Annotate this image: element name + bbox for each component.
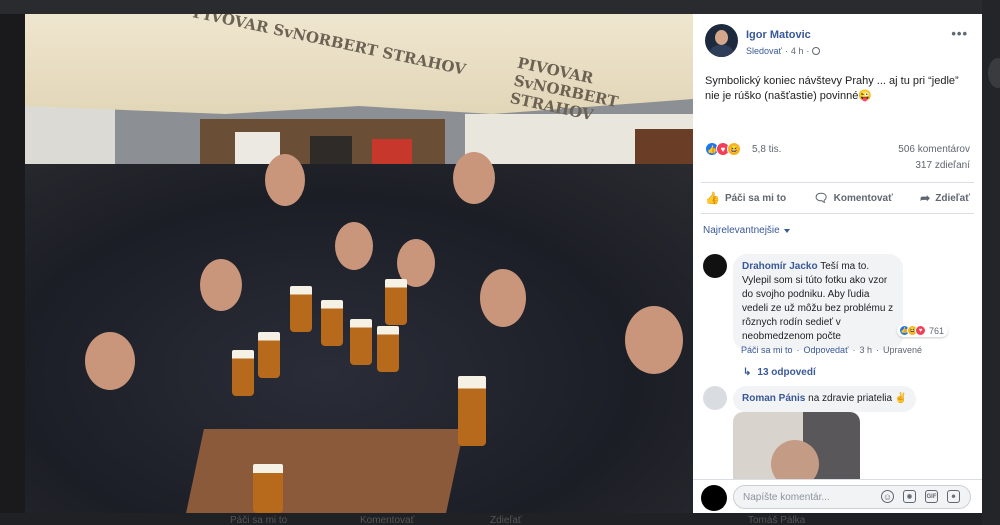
like-button[interactable]: 👍 Páči sa mi to [705,191,786,205]
background-share-label: Zdieľať [490,515,522,525]
camera-icon[interactable]: ◉ [903,490,916,503]
photo-beer [350,319,372,365]
composer-tools: ☺ ◉ GIF ☻ [881,490,960,503]
comment-text: na zdravie priatelia ✌️ [808,393,908,404]
commenter-name[interactable]: Drahomír Jacko [742,261,818,272]
photo-face [453,152,495,204]
comment-photo[interactable] [733,412,860,482]
view-replies-link[interactable]: ↳ 13 odpovedí [743,367,816,378]
speech-bubble-icon: 🗨 [813,191,829,205]
background-ghost-name: Tomáš Pálka [748,515,806,525]
background-top-strip [0,0,1000,14]
meta-separator: · [806,46,810,56]
photo-face [85,332,135,390]
comment-button[interactable]: 🗨 Komentovať [813,191,892,205]
haha-reaction-icon: 😆 [727,142,741,156]
photo-beer [290,286,312,332]
love-reaction-icon: ♥ [915,325,926,336]
sort-label: Najrelevantnejšie [703,225,780,236]
photo-beer [258,332,280,378]
share-arrow-icon: ➦ [920,191,931,205]
chevron-down-icon [783,228,790,233]
photo-beer [385,279,407,325]
background-like-label: Páči sa mi to [230,515,288,525]
comment-reply-link[interactable]: Odpovedať [804,345,849,355]
comment-reaction-count: 761 [929,325,945,336]
shares-count[interactable]: 317 zdieľaní [915,160,970,171]
author-avatar[interactable] [705,24,738,57]
more-options-icon[interactable]: ••• [951,26,968,41]
photo-table [186,429,464,513]
gif-icon[interactable]: GIF [925,490,938,503]
photo-face [480,269,526,327]
post-header: Igor Matovic Sledovať · 4 h · ••• [693,14,982,64]
post-text: Symbolický koniec návštevy Prahy ... aj … [705,75,959,102]
photo-face [625,306,683,374]
post-side-panel: Igor Matovic Sledovať · 4 h · ••• Symbol… [693,14,982,513]
comment-edited[interactable]: Upravené [883,345,922,355]
photo-beer [253,464,283,513]
comment-text: Teší ma to. Vylepil som si túto fotku ak… [742,261,894,342]
photo-face [265,154,305,206]
thumbs-up-icon: 👍 [705,191,720,205]
post-meta: Sledovať · 4 h · [746,46,821,56]
emoji-icon[interactable]: ☺ [881,490,894,503]
comments-count[interactable]: 506 komentárov [898,144,970,155]
comment-label: Komentovať [833,192,893,204]
current-user-avatar[interactable] [701,485,727,511]
background-right-column [982,0,1000,525]
commenter-avatar[interactable] [703,386,727,410]
sticker-icon[interactable]: ☻ [947,490,960,503]
share-label: Zdieľať [935,192,970,204]
background-avatar [988,58,1000,88]
meta-separator: · [784,46,788,56]
background-comment-label: Komentovať [360,515,415,525]
replies-count: 13 odpovedí [757,367,816,378]
comment-bubble: Drahomír Jacko Teší ma to. Vylepil som s… [733,254,903,350]
commenter-avatar[interactable] [703,254,727,278]
comment-like-link[interactable]: Páči sa mi to [741,345,793,355]
reactions-row: 👍 ♥ 😆 5,8 tis. 506 komentárov [705,142,970,156]
post-time[interactable]: 4 h [791,46,804,56]
post-photo[interactable]: PIVOVAR SvNORBERT STRAHOV PIVOVAR SvNORB… [25,14,693,513]
reply-arrow-icon: ↳ [743,367,752,378]
comment-reactions[interactable]: 👍 😆 ♥ 761 [897,324,949,337]
globe-icon [812,47,821,55]
comment-actions: Páči sa mi to · Odpovedať · 3 h · Uprave… [741,345,922,355]
comment-composer: ☺ ◉ GIF ☻ [693,479,982,513]
follow-link[interactable]: Sledovať [746,46,782,56]
reaction-icons[interactable]: 👍 ♥ 😆 [705,142,741,156]
share-button[interactable]: ➦ Zdieľať [920,191,970,205]
action-bar: 👍 Páči sa mi to 🗨 Komentovať ➦ Zdieľať [701,182,974,214]
photo-beer [232,350,254,396]
comment-time[interactable]: 3 h [859,345,872,355]
comment-sort-dropdown[interactable]: Najrelevantnejšie [703,225,790,236]
photo-beer [321,300,343,346]
reaction-count[interactable]: 5,8 tis. [752,144,781,155]
like-label: Páči sa mi to [724,192,787,204]
photo-beer [458,376,486,446]
author-name[interactable]: Igor Matovic [746,29,811,41]
commenter-name[interactable]: Roman Pánis [742,393,805,404]
photo-beer [377,326,399,372]
photo-face [200,259,242,311]
photo-face [335,222,373,270]
comment-bubble: Roman Pánis na zdravie priatelia ✌️ [733,386,917,412]
